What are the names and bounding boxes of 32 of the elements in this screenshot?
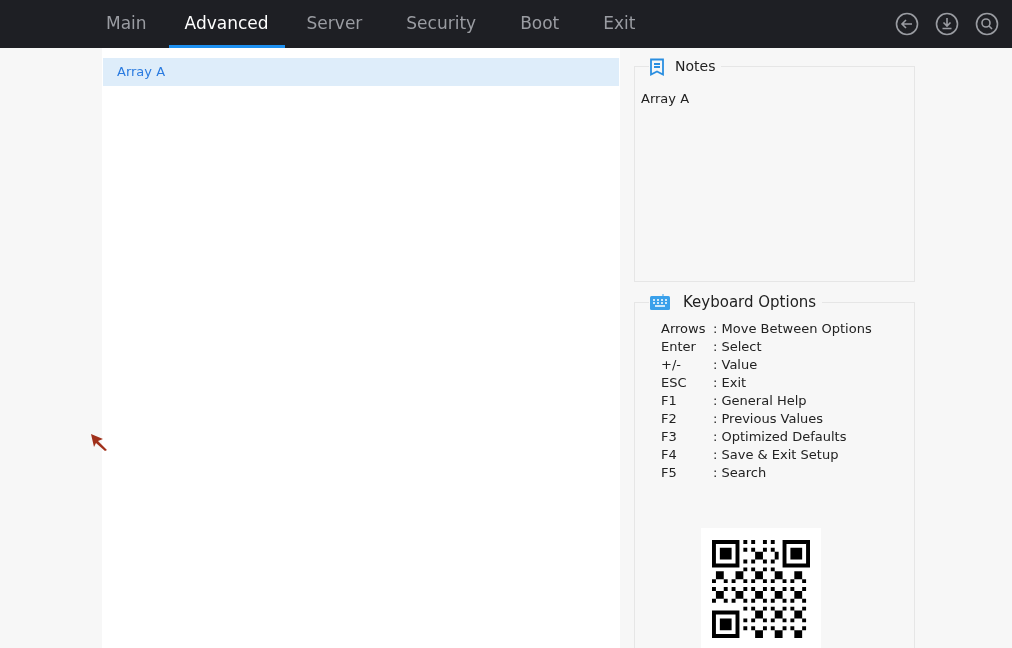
key-name: Arrows bbox=[661, 320, 707, 339]
note-icon bbox=[649, 57, 665, 76]
key-action: : Move Between Options bbox=[713, 320, 872, 339]
key-action: : Search bbox=[713, 464, 767, 483]
key-action: : Save & Exit Setup bbox=[713, 446, 839, 465]
key-name: F5 bbox=[661, 464, 678, 483]
download-icon[interactable] bbox=[935, 12, 959, 36]
key-action: : Optimized Defaults bbox=[713, 428, 847, 447]
key-action: : Exit bbox=[713, 374, 747, 393]
key-action: : Previous Values bbox=[713, 410, 824, 429]
key-name: Enter bbox=[661, 338, 697, 357]
back-icon[interactable] bbox=[895, 12, 919, 36]
mouse-pointer-icon bbox=[91, 434, 108, 451]
tab[interactable]: Server bbox=[284, 0, 385, 48]
keyboard-options-title: Keyboard Options bbox=[683, 292, 817, 313]
key-name: +/- bbox=[661, 356, 682, 375]
key-name: F4 bbox=[661, 446, 678, 465]
tab[interactable]: Main bbox=[84, 0, 169, 48]
notes-text: Array A bbox=[641, 90, 690, 108]
key-action: : Value bbox=[713, 356, 758, 375]
tab[interactable]: Exit bbox=[581, 0, 658, 48]
menu-item[interactable]: Array A bbox=[103, 58, 619, 86]
key-name: F2 bbox=[661, 410, 678, 429]
search-icon[interactable] bbox=[975, 12, 999, 36]
key-action: : Select bbox=[713, 338, 762, 357]
key-name: F3 bbox=[661, 428, 678, 447]
tab[interactable]: Boot bbox=[498, 0, 582, 48]
tab[interactable]: Security bbox=[384, 0, 499, 48]
key-action: : General Help bbox=[713, 392, 807, 411]
notes-title: Notes bbox=[675, 57, 716, 76]
key-name: ESC bbox=[661, 374, 688, 393]
key-name: F1 bbox=[661, 392, 678, 411]
